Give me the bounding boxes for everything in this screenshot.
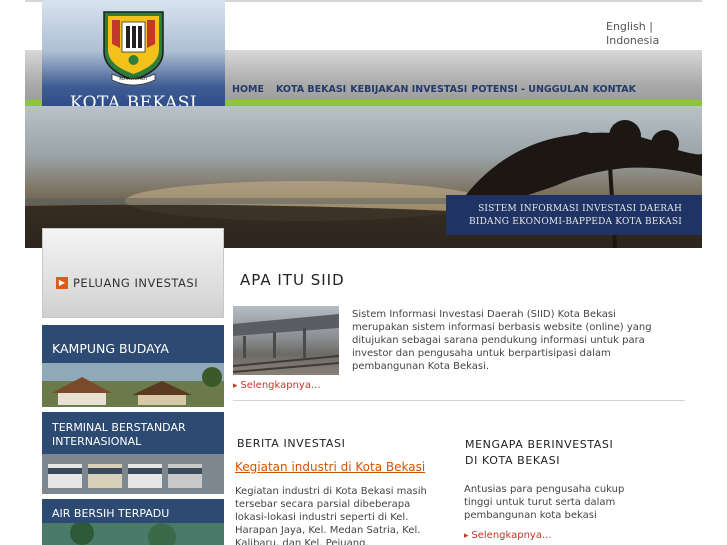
tile-terminal-title-2: INTERNASIONAL xyxy=(52,435,142,448)
kampung-budaya-photo xyxy=(42,363,224,407)
arrow-right-icon: ▶ xyxy=(56,277,68,289)
terminal-photo xyxy=(42,454,224,494)
siid-more-link[interactable]: Selengkapnya... xyxy=(233,380,320,391)
peluang-investasi-link[interactable]: PELUANG INVESTASI xyxy=(73,276,198,290)
berita-heading: BERITA INVESTASI xyxy=(237,437,346,450)
peluang-investasi-box[interactable] xyxy=(42,228,224,318)
why-more-link[interactable]: Selengkapnya... xyxy=(464,530,551,541)
air-bersih-photo xyxy=(42,523,224,545)
why-heading: MENGAPA BERINVESTASI DI KOTA BEKASI xyxy=(465,437,613,469)
logo-ribbon-text: KOTA PATRIOT xyxy=(119,76,148,81)
lang-english-link[interactable]: English | xyxy=(606,20,653,33)
station-illustration xyxy=(232,314,340,373)
tile-kampung-budaya[interactable]: KAMPUNG BUDAYA xyxy=(42,325,224,407)
banner-caption-line1: SISTEM INFORMASI INVESTASI DAERAH xyxy=(478,204,682,214)
right-margin xyxy=(702,0,727,545)
banner-caption-line2: BIDANG EKONOMI-BAPPEDA KOTA BEKASI xyxy=(469,217,682,227)
nav-kota-bekasi[interactable]: KOTA BEKASI xyxy=(276,84,346,95)
left-margin xyxy=(0,0,25,545)
nav-home[interactable]: HOME xyxy=(232,84,264,95)
tile-terminal-title-1: TERMINAL BERSTANDAR xyxy=(52,421,186,434)
railway-station-photo xyxy=(232,306,340,375)
main-nav: HOME KOTA BEKASI KEBIJAKAN INVESTASI POT… xyxy=(232,84,636,95)
news-excerpt: Kegiatan industri di Kota Bekasi masih t… xyxy=(235,486,427,545)
nav-potensi-unggulan[interactable]: POTENSI - UNGGULAN xyxy=(471,84,588,95)
language-switcher: English | Indonesia xyxy=(606,20,659,48)
tile-kampung-budaya-title: KAMPUNG BUDAYA xyxy=(52,341,169,356)
why-description: Antusias para pengusaha cukup tinggi unt… xyxy=(464,484,625,521)
section-divider xyxy=(233,400,685,401)
tile-air-bersih[interactable]: AIR BERSIH TERPADU xyxy=(42,499,224,545)
why-heading-line1: MENGAPA BERINVESTASI xyxy=(465,438,614,451)
nav-kebijakan-investasi[interactable]: KEBIJAKAN INVESTASI xyxy=(350,84,467,95)
why-heading-line2: DI KOTA BEKASI xyxy=(465,454,561,467)
tile-air-bersih-title: AIR BERSIH TERPADU xyxy=(52,507,170,520)
siid-heading: APA ITU SIID xyxy=(240,271,345,289)
tile-terminal[interactable]: TERMINAL BERSTANDAR INTERNASIONAL xyxy=(42,412,224,494)
nav-kontak[interactable]: KONTAK xyxy=(593,84,636,95)
banner-caption: SISTEM INFORMASI INVESTASI DAERAH BIDANG… xyxy=(446,203,702,229)
news-title-link[interactable]: Kegiatan industri di Kota Bekasi xyxy=(235,461,435,473)
lang-indonesia-link[interactable]: Indonesia xyxy=(606,34,659,47)
siid-description: Sistem Informasi Investasi Daerah (SIID)… xyxy=(352,309,652,372)
page: English | Indonesia HOME KOTA BEKASI KEB… xyxy=(0,0,727,545)
